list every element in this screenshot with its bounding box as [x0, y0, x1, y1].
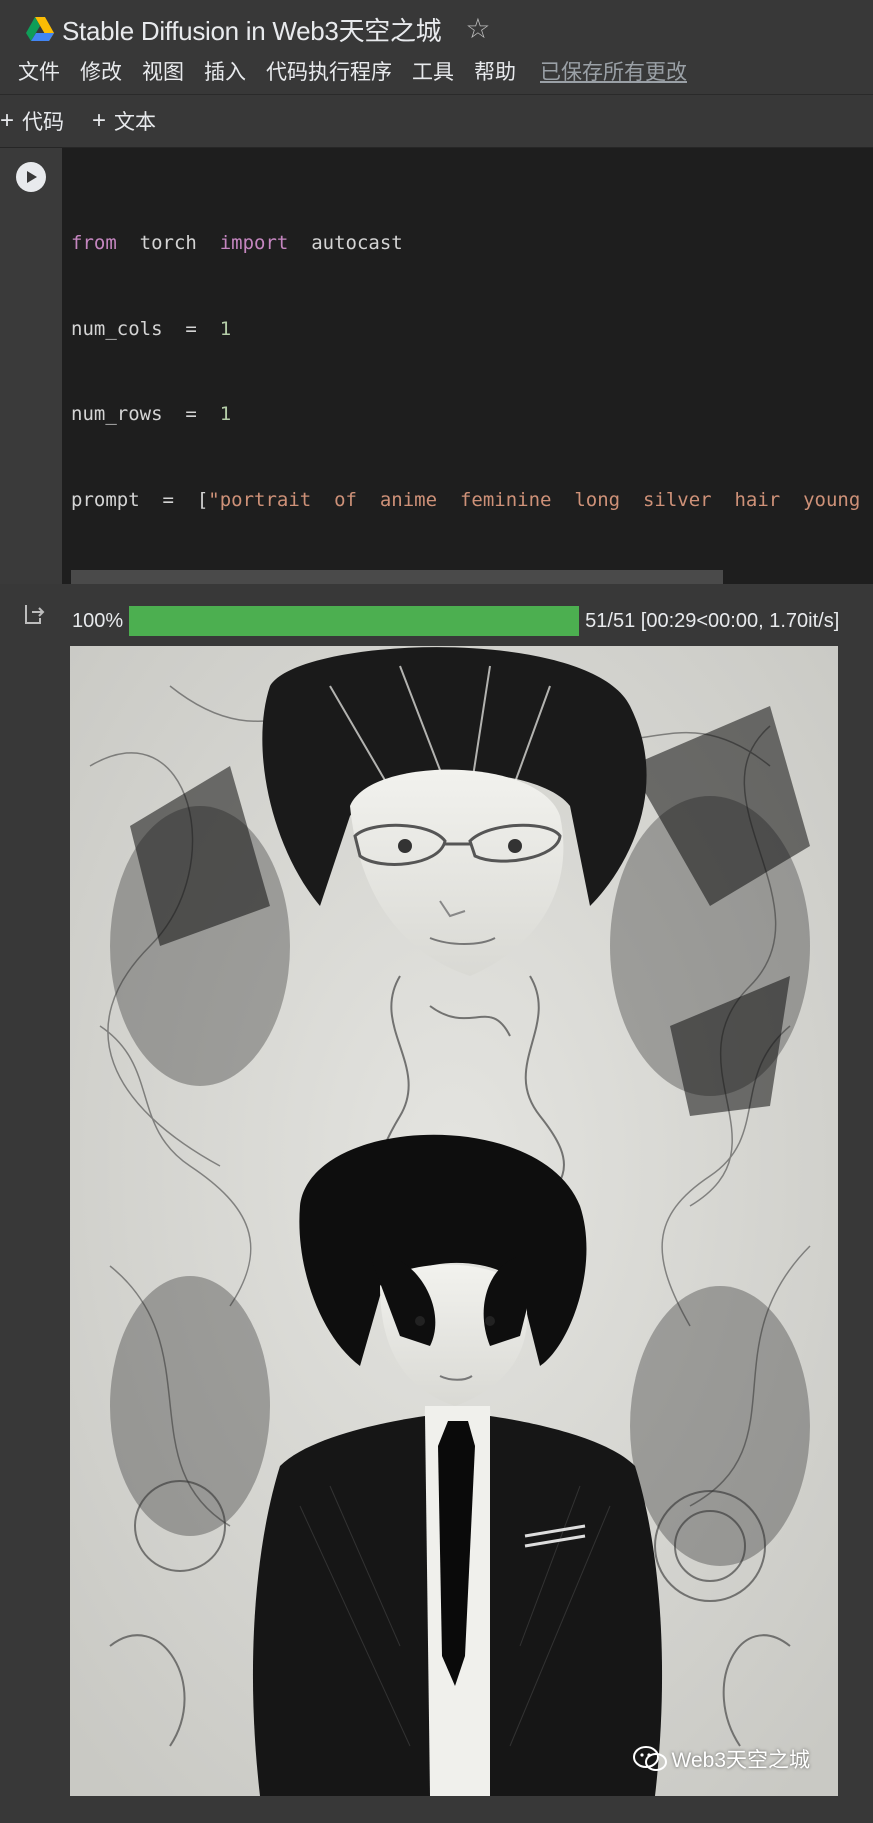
cell-gutter	[0, 148, 62, 584]
output-arrow-icon[interactable]	[22, 602, 46, 626]
add-code-label: 代码	[22, 111, 65, 134]
menu-view[interactable]: 视图	[142, 56, 184, 86]
code-editor[interactable]: from torch import autocast num_cols = 1 …	[62, 148, 873, 584]
watermark-text: Web3天空之城	[671, 1749, 810, 1772]
play-icon	[27, 171, 37, 183]
plus-icon: +	[92, 107, 107, 134]
watermark: Web3天空之城	[632, 1744, 810, 1774]
menu-edit[interactable]: 修改	[80, 56, 122, 86]
horizontal-scrollbar[interactable]	[71, 570, 723, 584]
progress-percent: 100%	[72, 609, 124, 632]
progress-detail: 51/51 [00:29<00:00, 1.70it/s]	[585, 609, 840, 632]
google-drive-icon[interactable]	[26, 17, 54, 41]
code-lines: from torch import autocast num_cols = 1 …	[71, 172, 873, 584]
menu-file[interactable]: 文件	[18, 56, 60, 86]
wechat-icon	[632, 1746, 667, 1771]
notebook-title[interactable]: Stable Diffusion in Web3天空之城	[62, 11, 442, 48]
add-code-button[interactable]: + 代码	[0, 106, 64, 136]
progress-bar	[129, 606, 580, 636]
code-line-1: from torch import autocast	[71, 232, 403, 254]
add-text-label: 文本	[114, 111, 157, 134]
add-text-button[interactable]: + 文本	[92, 106, 156, 136]
menu-insert[interactable]: 插入	[204, 56, 246, 86]
code-line-3: num_rows = 1	[71, 403, 232, 425]
code-cell: from torch import autocast num_cols = 1 …	[0, 148, 873, 584]
title-row: Stable Diffusion in Web3天空之城 ☆	[26, 10, 490, 48]
menu-help[interactable]: 帮助	[474, 56, 516, 86]
progress-row: 100% 51/51 [00:29<00:00, 1.70it/s]	[72, 606, 839, 636]
saved-status-link[interactable]: 已保存所有更改	[540, 56, 687, 86]
menu-bar: 文件 修改 视图 插入 代码执行程序 工具 帮助 已保存所有更改	[18, 56, 687, 86]
app-header: Stable Diffusion in Web3天空之城 ☆ 文件 修改 视图 …	[0, 0, 873, 95]
menu-tools[interactable]: 工具	[412, 56, 454, 86]
progress-fill	[129, 606, 580, 636]
menu-runtime[interactable]: 代码执行程序	[266, 56, 392, 86]
generated-image-art	[70, 646, 838, 1796]
cell-output: 100% 51/51 [00:29<00:00, 1.70it/s] Web3天…	[0, 584, 873, 1823]
generated-image: Web3天空之城	[70, 646, 838, 1796]
toolbar: + 代码 + 文本	[0, 95, 873, 148]
plus-icon: +	[0, 107, 15, 134]
code-line-4: prompt = ["portrait of anime feminine lo…	[71, 488, 861, 511]
code-line-2: num_cols = 1	[71, 317, 232, 340]
star-icon[interactable]: ☆	[465, 15, 490, 43]
run-cell-button[interactable]	[16, 162, 46, 192]
